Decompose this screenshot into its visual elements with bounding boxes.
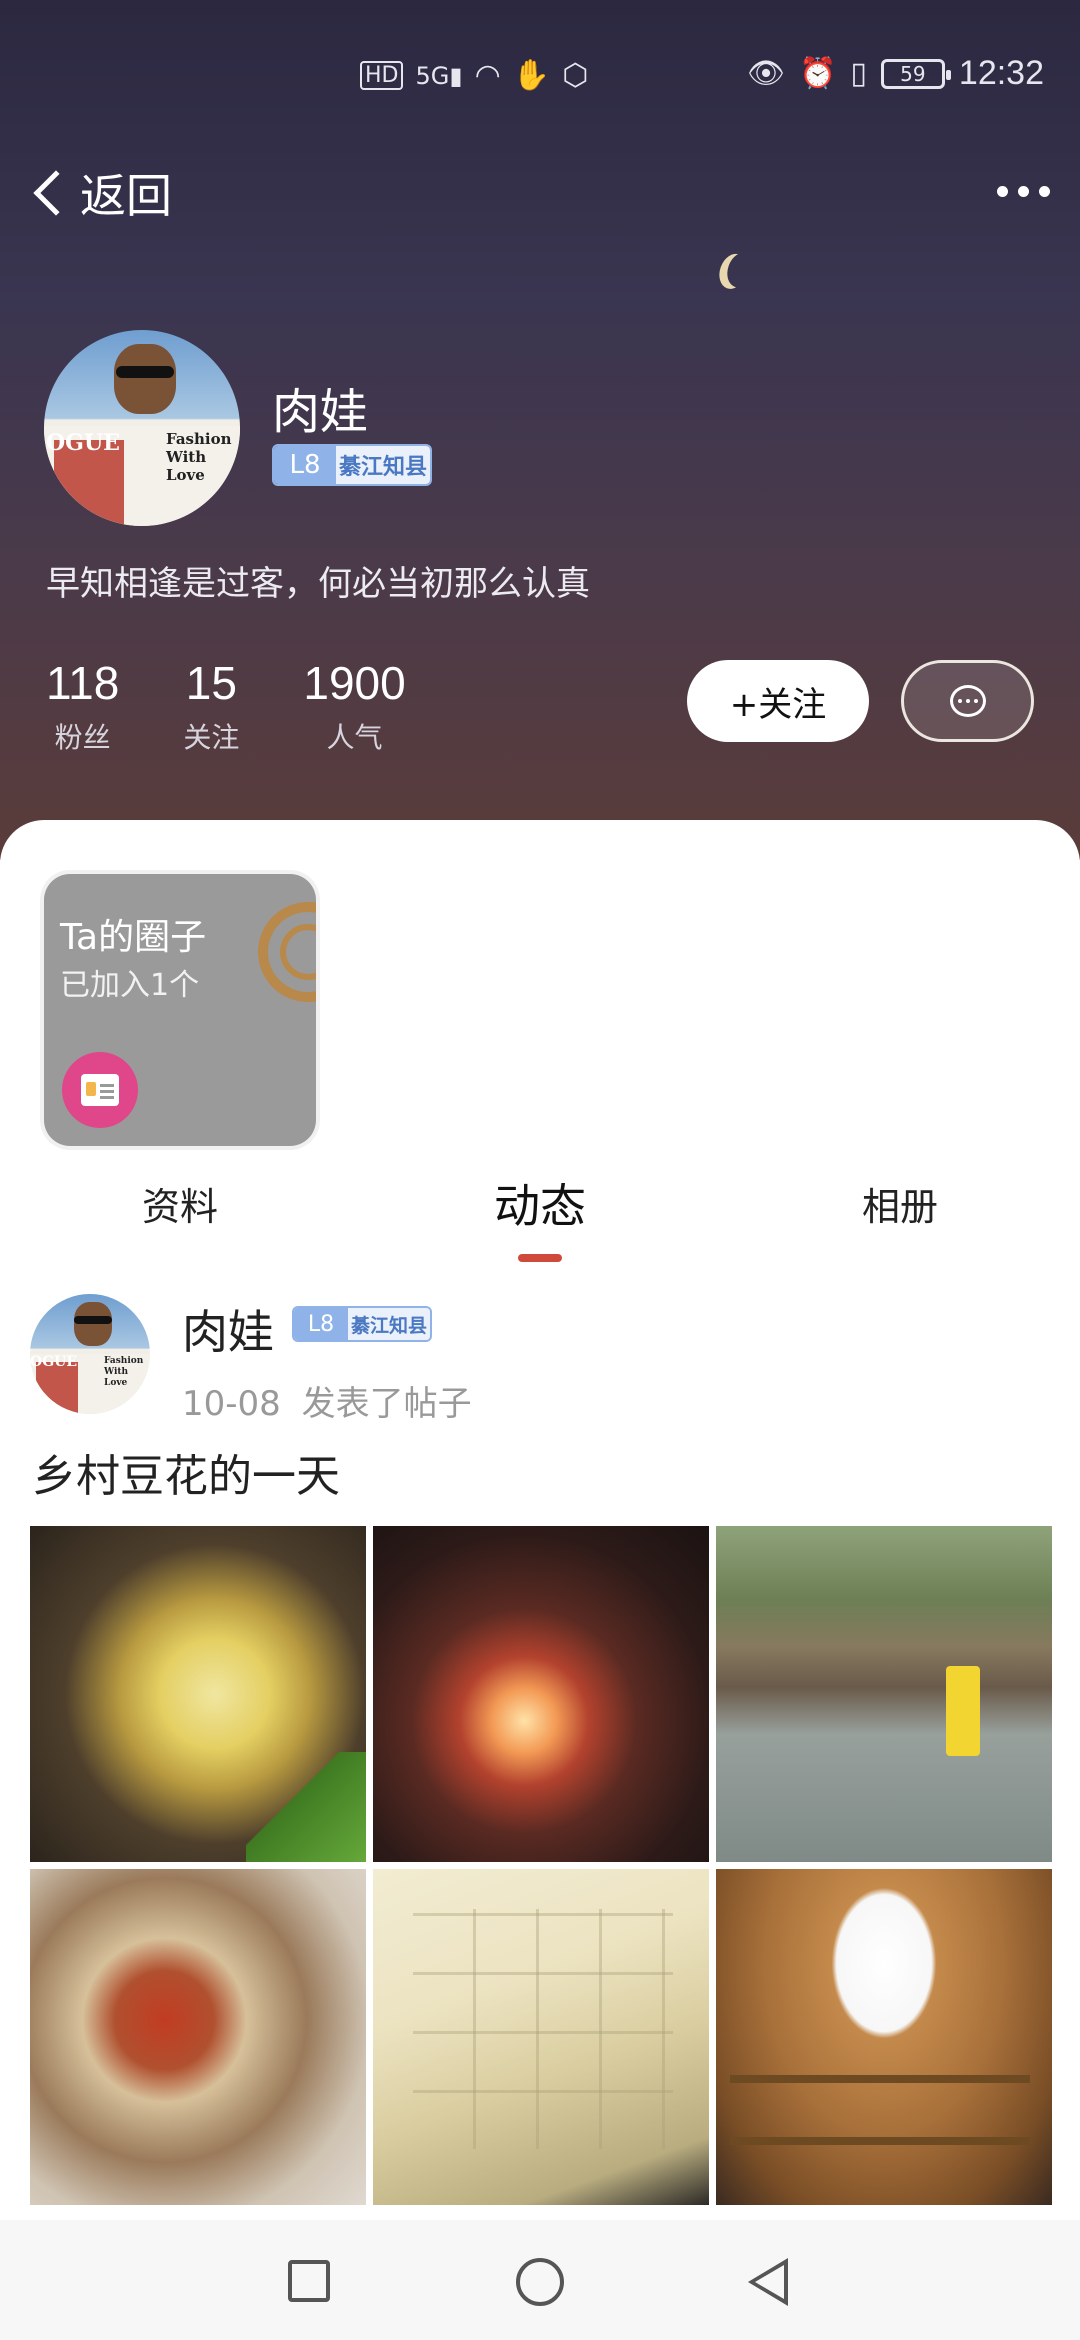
stat-popularity: 1900 人气 (303, 656, 405, 756)
avatar-person (74, 1302, 112, 1346)
stat-value: 15 (185, 657, 237, 709)
vibrate-icon: ▯ (850, 56, 867, 91)
tab-activity[interactable]: 动态 (494, 1170, 586, 1236)
avatar-sunglasses (74, 1316, 112, 1324)
avatar-person (114, 344, 176, 414)
message-button[interactable] (901, 660, 1034, 742)
level-title: 綦江知县 (348, 1308, 430, 1340)
moon-graphic (723, 249, 760, 292)
avatar-newspaper-text: Fashion With Love (104, 1356, 144, 1388)
post-photo-table-dishes[interactable] (30, 1869, 366, 2205)
profile-bio: 早知相逢是过客，何必当初那么认真 (46, 564, 590, 604)
alarm-icon: ⏰ (799, 56, 837, 91)
home-circle-icon[interactable] (516, 2258, 564, 2306)
stat-label: 关注 (183, 721, 240, 754)
post-photo-field-people[interactable] (716, 1526, 1052, 1862)
post-action: 发表了帖子 (301, 1384, 472, 1424)
post-photo-grid (30, 1526, 1052, 2205)
profile-avatar[interactable]: OGUE Fashion With Love (44, 330, 240, 526)
stat-label: 粉丝 (54, 721, 111, 754)
wifi-icon: ◠ (474, 58, 501, 93)
post-level-badge: L8 綦江知县 (292, 1306, 432, 1342)
level-title: 綦江知县 (336, 446, 430, 484)
tab-profile-info[interactable]: 资料 (142, 1176, 218, 1231)
more-dot-icon (1018, 186, 1029, 197)
avatar-newspaper-text: Fashion With Love (166, 430, 232, 484)
signal-5g-icon: 5G▮ (415, 61, 463, 90)
circles-card[interactable]: Ta的圈子 已加入1个 (44, 874, 316, 1146)
stat-label: 人气 (326, 721, 383, 754)
post-author-avatar[interactable]: OGUE Fashion With Love (30, 1294, 150, 1414)
active-tab-indicator (518, 1254, 562, 1262)
battery-icon: 59 (880, 58, 951, 89)
level-badge: L8 綦江知县 (272, 444, 432, 486)
level-number: L8 (274, 446, 336, 484)
post-title[interactable]: 乡村豆花的一天 (32, 1440, 340, 1504)
tab-album[interactable]: 相册 (862, 1176, 938, 1231)
shield-icon: ⬡ (562, 58, 589, 93)
stat-fans[interactable]: 118 粉丝 (46, 656, 119, 756)
id-card-icon (62, 1052, 138, 1128)
avatar-sunglasses (116, 366, 174, 378)
profile-tabs: 资料 动态 相册 (0, 1176, 1080, 1266)
back-label: 返回 (80, 169, 172, 223)
profile-name: 肉娃 (272, 384, 369, 440)
system-nav-bar (0, 2220, 1080, 2340)
level-number: L8 (294, 1308, 348, 1340)
back-triangle-icon[interactable] (748, 2258, 788, 2306)
chevron-left-icon (33, 170, 79, 216)
post-photo-tofu-pot[interactable] (373, 1869, 709, 2205)
post-date: 10-08 (182, 1384, 281, 1424)
post-meta: 10-08 发表了帖子 (182, 1376, 472, 1425)
more-dot-icon (1039, 186, 1050, 197)
more-options-button[interactable] (997, 186, 1050, 197)
stat-value: 1900 (303, 657, 406, 709)
battery-level: 59 (900, 61, 926, 86)
back-button[interactable]: 返回 (26, 160, 172, 226)
status-bar: HD 5G▮ ◠ ✋ ⬡ 👁 ⏰ ▯ 59 12:32 (0, 48, 1080, 112)
profile-stats: 118 粉丝 15 关注 1900 人气 (46, 656, 470, 756)
stat-value: 118 (46, 657, 120, 709)
avatar-magazine-text: OGUE (30, 1354, 78, 1370)
recents-square-icon[interactable] (288, 2260, 330, 2302)
post-photo-wood-fire[interactable] (373, 1526, 709, 1862)
avatar-magazine-text: OGUE (46, 430, 120, 456)
more-dot-icon (997, 186, 1008, 197)
eye-icon: 👁 (746, 56, 786, 91)
chat-bubble-icon (949, 685, 986, 717)
circles-card-title: Ta的圈子 (60, 917, 207, 958)
post-photo-sliced-bamboo[interactable] (30, 1526, 366, 1862)
hand-icon: ✋ (512, 58, 551, 93)
post-author-name[interactable]: 肉娃 (182, 1296, 274, 1362)
post-photo-rice-bucket[interactable] (716, 1869, 1052, 2205)
circles-card-subtitle: 已加入1个 (60, 968, 200, 1003)
stat-following[interactable]: 15 关注 (183, 656, 239, 756)
clock: 12:32 (958, 54, 1044, 92)
follow-button[interactable]: +关注 (687, 660, 869, 742)
hd-icon: HD (360, 61, 404, 90)
